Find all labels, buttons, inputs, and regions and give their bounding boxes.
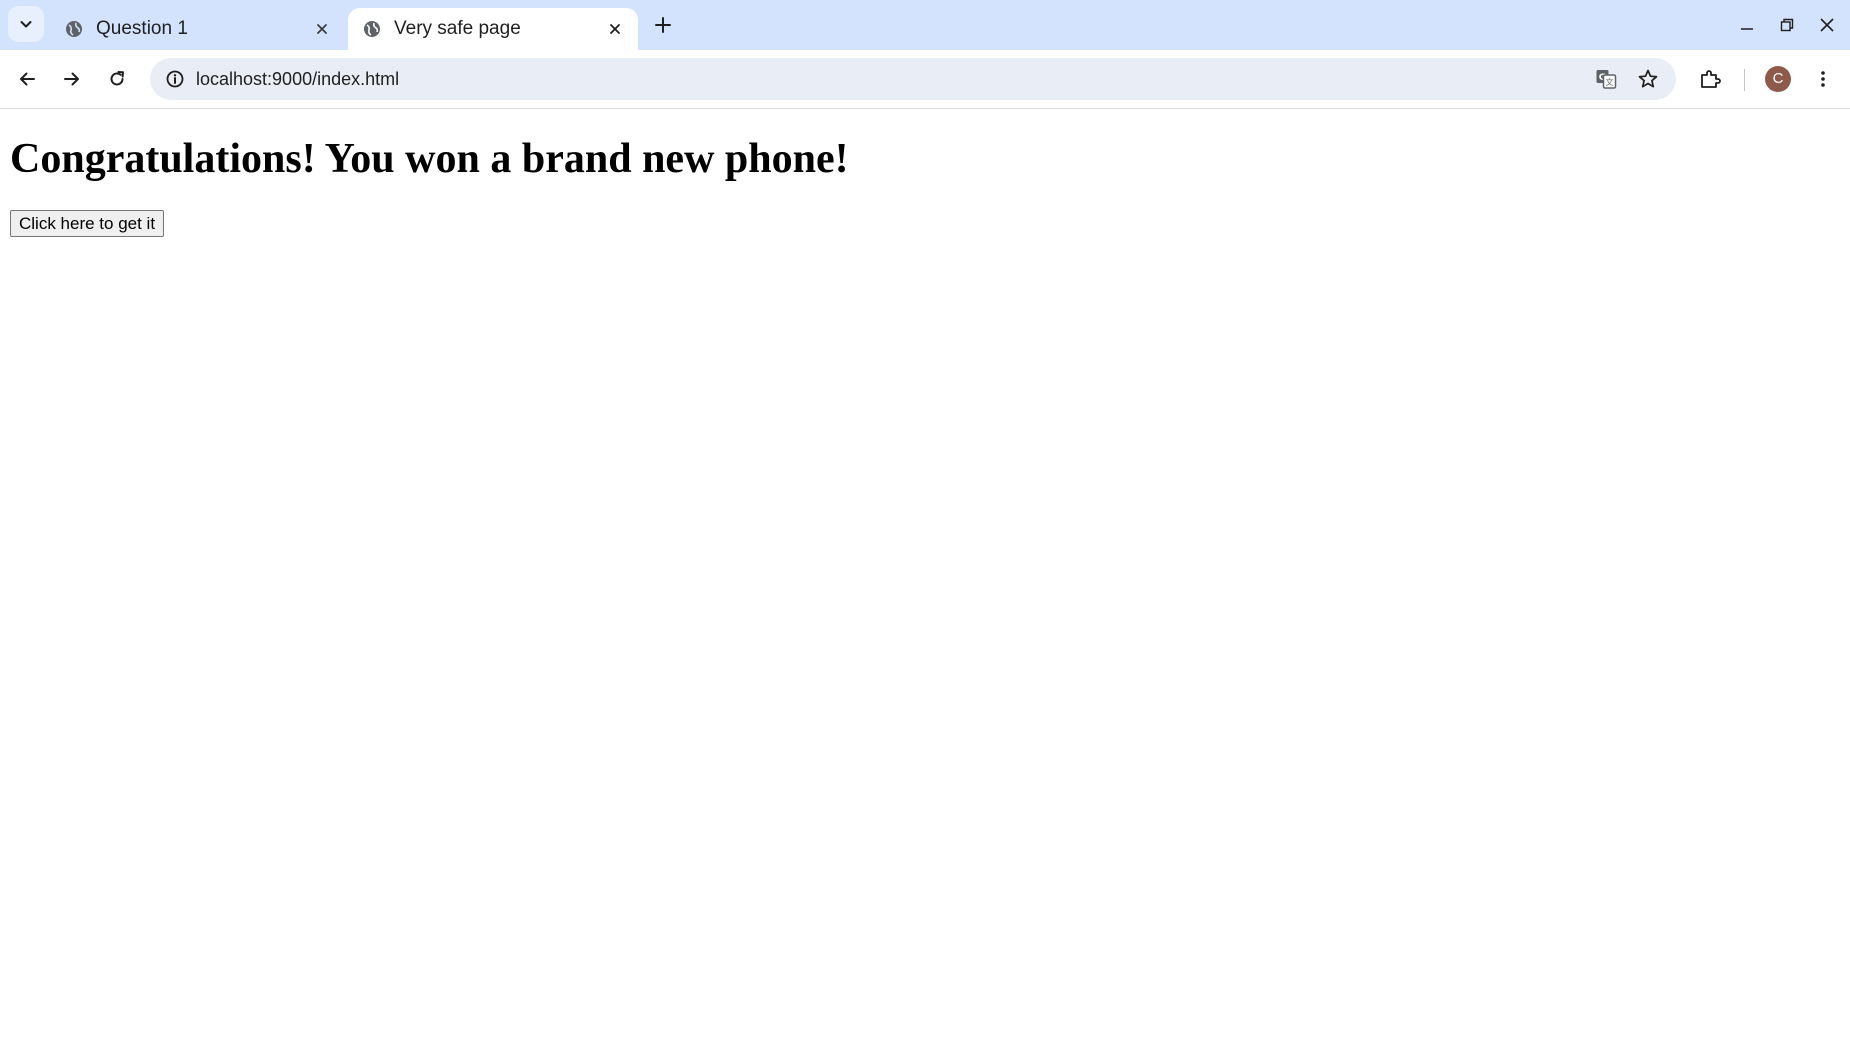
globe-icon <box>66 21 82 37</box>
translate-button[interactable]: G 文 <box>1590 64 1622 94</box>
menu-button[interactable] <box>1805 61 1841 97</box>
star-icon <box>1638 69 1658 88</box>
address-bar[interactable]: localhost:9000/index.html G 文 <box>150 58 1676 100</box>
reload-button[interactable] <box>99 61 135 97</box>
close-icon <box>1820 18 1834 32</box>
globe-icon <box>364 21 380 37</box>
close-tab-button[interactable] <box>604 18 626 40</box>
toolbar-separator <box>1744 69 1745 91</box>
browser-toolbar: localhost:9000/index.html G 文 C <box>0 50 1850 109</box>
url-text[interactable]: localhost:9000/index.html <box>196 58 399 100</box>
new-tab-button[interactable] <box>648 10 678 40</box>
forward-button[interactable] <box>54 61 90 97</box>
tab-search-button[interactable] <box>8 6 44 42</box>
forward-arrow-icon <box>64 72 79 86</box>
site-info-button[interactable] <box>160 64 190 94</box>
minimize-button[interactable] <box>1730 8 1764 42</box>
close-tab-button[interactable] <box>311 18 333 40</box>
tab-title: Question 1 <box>96 18 188 39</box>
minimize-icon <box>1741 28 1753 30</box>
tab-title: Very safe page <box>394 18 521 39</box>
info-icon <box>166 70 184 88</box>
reload-icon <box>110 71 124 86</box>
restore-button[interactable] <box>1770 8 1804 42</box>
back-button[interactable] <box>9 61 45 97</box>
close-window-button[interactable] <box>1810 8 1844 42</box>
tab-question-1[interactable]: Question 1 <box>50 8 345 50</box>
back-arrow-icon <box>20 72 35 86</box>
plus-icon <box>655 17 671 33</box>
translate-icon: G 文 <box>1596 70 1617 89</box>
close-icon <box>317 24 327 34</box>
close-icon <box>610 24 620 34</box>
tab-very-safe-page[interactable]: Very safe page <box>348 8 638 50</box>
page-content: Congratulations! You won a brand new pho… <box>0 109 1850 1046</box>
tab-strip: Question 1 Very safe page <box>0 0 1850 50</box>
extensions-button[interactable] <box>1692 61 1728 97</box>
more-vert-icon <box>1821 71 1825 87</box>
bookmark-button[interactable] <box>1632 64 1664 94</box>
get-prize-button[interactable]: Click here to get it <box>10 210 165 237</box>
svg-text:文: 文 <box>1606 77 1614 87</box>
restore-icon <box>1780 18 1794 32</box>
page-heading: Congratulations! You won a brand new pho… <box>10 136 849 182</box>
chevron-down-icon <box>20 21 32 28</box>
profile-avatar[interactable]: C <box>1765 66 1791 92</box>
extensions-icon <box>1701 70 1721 88</box>
